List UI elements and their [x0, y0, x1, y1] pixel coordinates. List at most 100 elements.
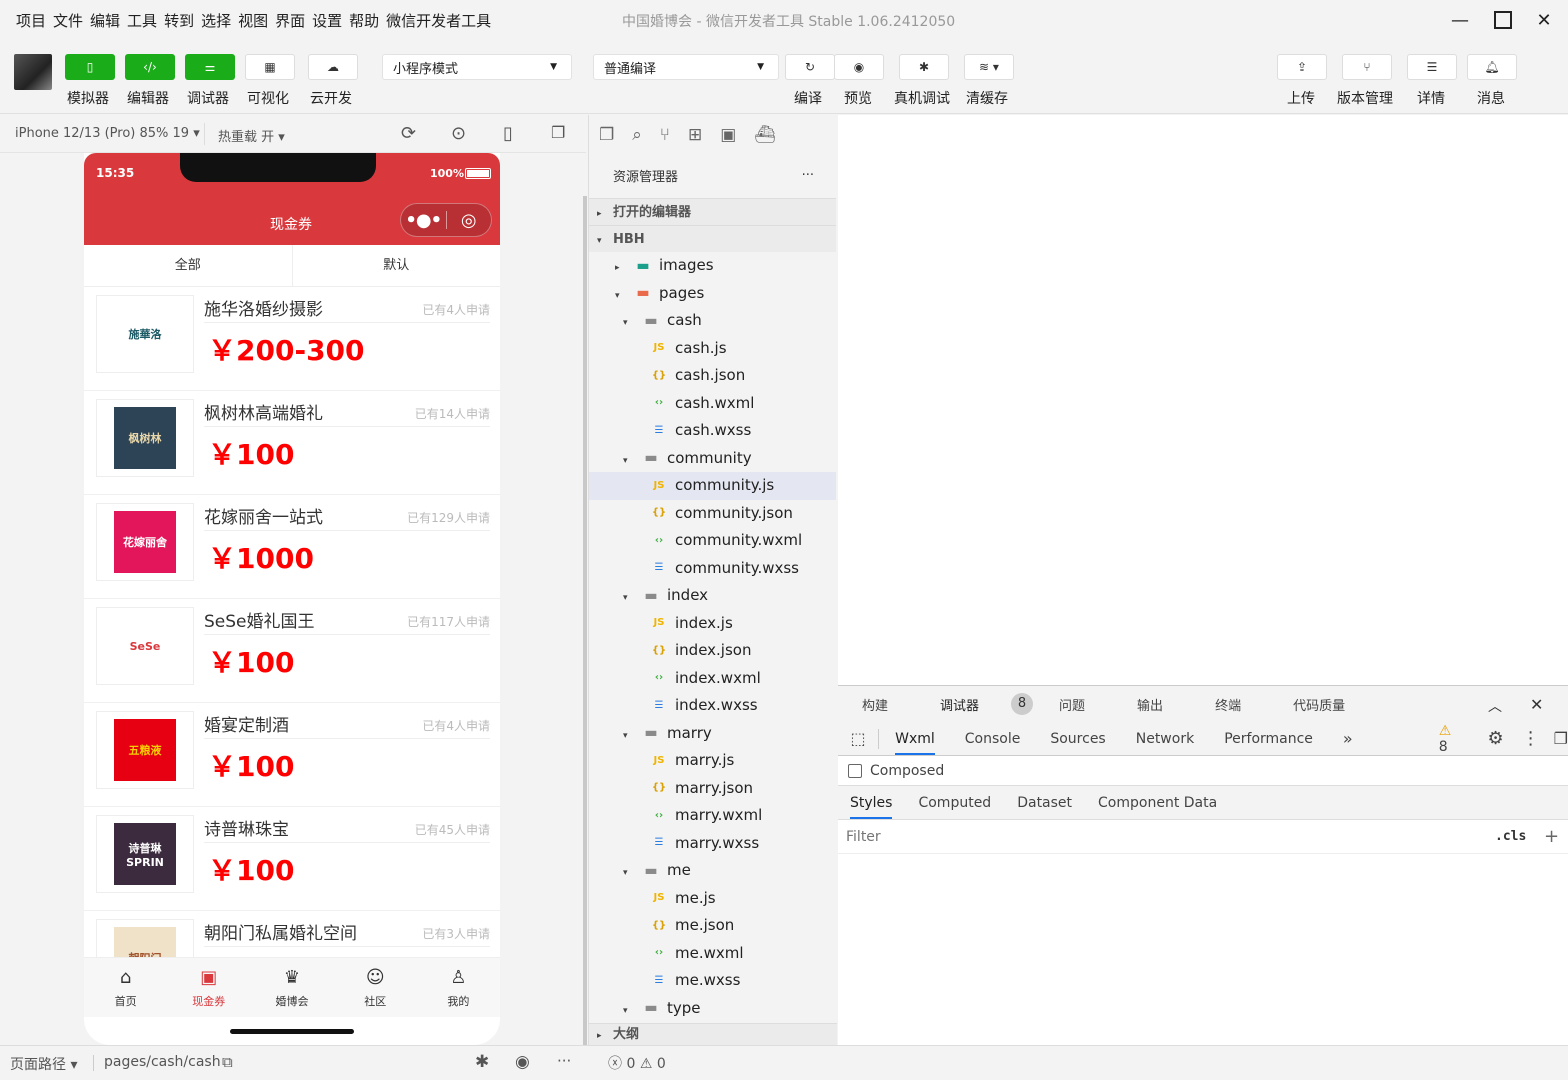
menu-item[interactable]: 工具 — [127, 10, 157, 31]
coupon-item[interactable]: 花嫁丽舍 花嫁丽舍一站式 已有129人申请 ￥1000 — [84, 495, 500, 599]
add-style-button[interactable]: + — [1544, 826, 1559, 847]
cloud-button[interactable]: ☁ — [308, 54, 358, 80]
devtools-top-tab[interactable]: 代码质量 — [1293, 695, 1371, 714]
visual-button[interactable]: ▦ — [245, 54, 295, 80]
tree-file[interactable]: {} community.json — [589, 500, 836, 528]
devtools-top-tab[interactable]: 终端 — [1215, 695, 1267, 714]
devtools-top-tab[interactable]: 调试器 — [940, 695, 1005, 714]
remote-debug-button[interactable]: ✱ — [899, 54, 949, 80]
tree-file[interactable]: JS me.js — [589, 885, 836, 913]
avatar[interactable] — [14, 54, 52, 90]
tree-folder[interactable]: ▸ ▬ images — [589, 252, 836, 280]
editor-area[interactable] — [838, 115, 1568, 685]
tabbar-item[interactable]: ♛ 婚博会 — [250, 958, 333, 1017]
close-target-icon[interactable]: ◎ — [447, 210, 492, 231]
tree-folder[interactable]: ▾ ▬ community — [589, 445, 836, 473]
kebab-icon[interactable]: ⋮ — [1522, 728, 1540, 749]
docker-icon[interactable]: ⛴ — [754, 125, 776, 145]
copy-icon[interactable]: ⧉ — [222, 1053, 233, 1071]
menu-item[interactable]: 项目 — [16, 10, 46, 31]
styles-tab[interactable]: Component Data — [1098, 795, 1217, 811]
tree-file[interactable]: JS index.js — [589, 610, 836, 638]
coupon-item[interactable]: 诗普琳 SPRIN 诗普琳珠宝 已有45人申请 ￥100 — [84, 807, 500, 911]
error-count[interactable]: ⓧ 0 ⚠ 0 — [608, 1053, 666, 1073]
inspect-icon[interactable]: ⬚ — [838, 729, 878, 748]
page-path-select[interactable]: 页面路径 ▾ — [10, 1054, 77, 1074]
tree-file[interactable]: ☰ marry.wxss — [589, 830, 836, 858]
rotate-icon[interactable]: ⟳ — [401, 123, 416, 144]
coupon-item[interactable]: 朝阳门 朝阳门私属婚礼空间 已有3人申请 — [84, 911, 500, 957]
coupon-item[interactable]: SeSe SeSe婚礼国王 已有117人申请 ￥100 — [84, 599, 500, 703]
stop-icon[interactable]: ⊙ — [451, 123, 466, 144]
tree-file[interactable]: ‹› index.wxml — [589, 665, 836, 693]
devtools-tab[interactable]: Wxml — [895, 731, 935, 755]
editor-toggle-button[interactable]: ‹/› — [125, 54, 175, 80]
more-dots-icon[interactable]: •●• — [401, 210, 446, 231]
hot-reload-select[interactable]: 热重载 开 ▾ — [218, 126, 285, 145]
tree-file[interactable]: ☰ community.wxss — [589, 555, 836, 583]
debugger-toggle-button[interactable]: ⚌ — [185, 54, 235, 80]
upload-button[interactable]: ⇪ — [1277, 54, 1327, 80]
menu-item[interactable]: 转到 — [164, 10, 194, 31]
devtools-tab[interactable]: Network — [1136, 731, 1194, 747]
mode-select[interactable]: 小程序模式 ▼ — [382, 54, 572, 80]
devtools-top-tab[interactable]: 输出 — [1137, 695, 1189, 714]
tree-file[interactable]: JS cash.js — [589, 335, 836, 363]
extensions-icon[interactable]: ⊞ — [688, 125, 702, 145]
close-panel-icon[interactable]: ✕ — [1530, 695, 1543, 714]
scrollbar[interactable] — [583, 196, 587, 1045]
minimize-icon[interactable]: — — [1446, 6, 1474, 34]
tree-file[interactable]: ☰ cash.wxss — [589, 417, 836, 445]
gear-icon[interactable]: ⚙ — [1488, 728, 1504, 749]
tabbar-item[interactable]: ♙ 我的 — [417, 958, 500, 1017]
version-button[interactable]: ⑂ — [1342, 54, 1392, 80]
tree-file[interactable]: {} index.json — [589, 637, 836, 665]
menu-item[interactable]: 文件 — [53, 10, 83, 31]
tab-default[interactable]: 默认 — [293, 245, 501, 286]
coupon-item[interactable]: 施華洛 施华洛婚纱摄影 已有4人申请 ￥200-300 — [84, 287, 500, 391]
styles-tab[interactable]: Styles — [850, 795, 893, 819]
menu-item[interactable]: 设置 — [312, 10, 342, 31]
tree-file[interactable]: ☰ index.wxss — [589, 692, 836, 720]
more-icon[interactable]: ··· — [802, 168, 814, 183]
storage-icon[interactable]: ▣ — [720, 125, 736, 145]
collapse-icon[interactable]: ︿ — [1488, 696, 1502, 716]
devtools-top-tab[interactable]: 构建 — [862, 695, 914, 714]
devtools-tab[interactable]: Performance — [1224, 731, 1313, 747]
source-control-icon[interactable]: ⑂ — [660, 125, 670, 145]
menu-item[interactable]: 视图 — [238, 10, 268, 31]
tree-file[interactable]: JS marry.js — [589, 747, 836, 775]
tree-file[interactable]: ‹› marry.wxml — [589, 802, 836, 830]
menu-item[interactable]: 编辑 — [90, 10, 120, 31]
eye-icon[interactable]: ◉ — [515, 1052, 530, 1072]
simulator-toggle-button[interactable]: ▯ — [65, 54, 115, 80]
menu-item[interactable]: 选择 — [201, 10, 231, 31]
tree-file[interactable]: ‹› me.wxml — [589, 940, 836, 968]
menu-item[interactable]: 帮助 — [349, 10, 379, 31]
tree-file[interactable]: {} me.json — [589, 912, 836, 940]
bug-icon[interactable]: ✱ — [475, 1052, 489, 1072]
styles-filter-input[interactable] — [840, 823, 1480, 850]
tree-folder[interactable]: ▾ ▬ marry — [589, 720, 836, 748]
tree-file[interactable]: JS community.js — [589, 472, 836, 500]
dock-icon[interactable]: ❐ — [1554, 729, 1568, 748]
compile-select[interactable]: 普通编译 ▼ — [593, 54, 779, 80]
cls-button[interactable]: .cls — [1495, 829, 1526, 844]
tree-folder[interactable]: ▾ ▬ type — [589, 995, 836, 1023]
more-icon[interactable]: ··· — [557, 1052, 571, 1070]
files-icon[interactable]: ❐ — [599, 125, 614, 145]
tree-file[interactable]: ☰ me.wxss — [589, 967, 836, 995]
popout-icon[interactable]: ❐ — [551, 123, 565, 142]
styles-tab[interactable]: Computed — [918, 795, 991, 811]
devtools-tab[interactable]: Sources — [1050, 731, 1105, 747]
clear-cache-button[interactable]: ≋ ▾ — [964, 54, 1014, 80]
warnings-indicator[interactable]: ⚠ 8 — [1439, 723, 1464, 755]
tree-file[interactable]: ‹› cash.wxml — [589, 390, 836, 418]
devtools-tab[interactable]: Console — [965, 731, 1021, 747]
search-icon[interactable]: ⌕ — [632, 125, 642, 145]
outline-section[interactable]: ▸ 大纲 — [589, 1023, 837, 1045]
devtools-top-tab[interactable]: 问题 — [1059, 695, 1111, 714]
tree-file[interactable]: ‹› community.wxml — [589, 527, 836, 555]
tree-file[interactable]: {} marry.json — [589, 775, 836, 803]
tree-folder[interactable]: ▾ ▬ me — [589, 857, 836, 885]
